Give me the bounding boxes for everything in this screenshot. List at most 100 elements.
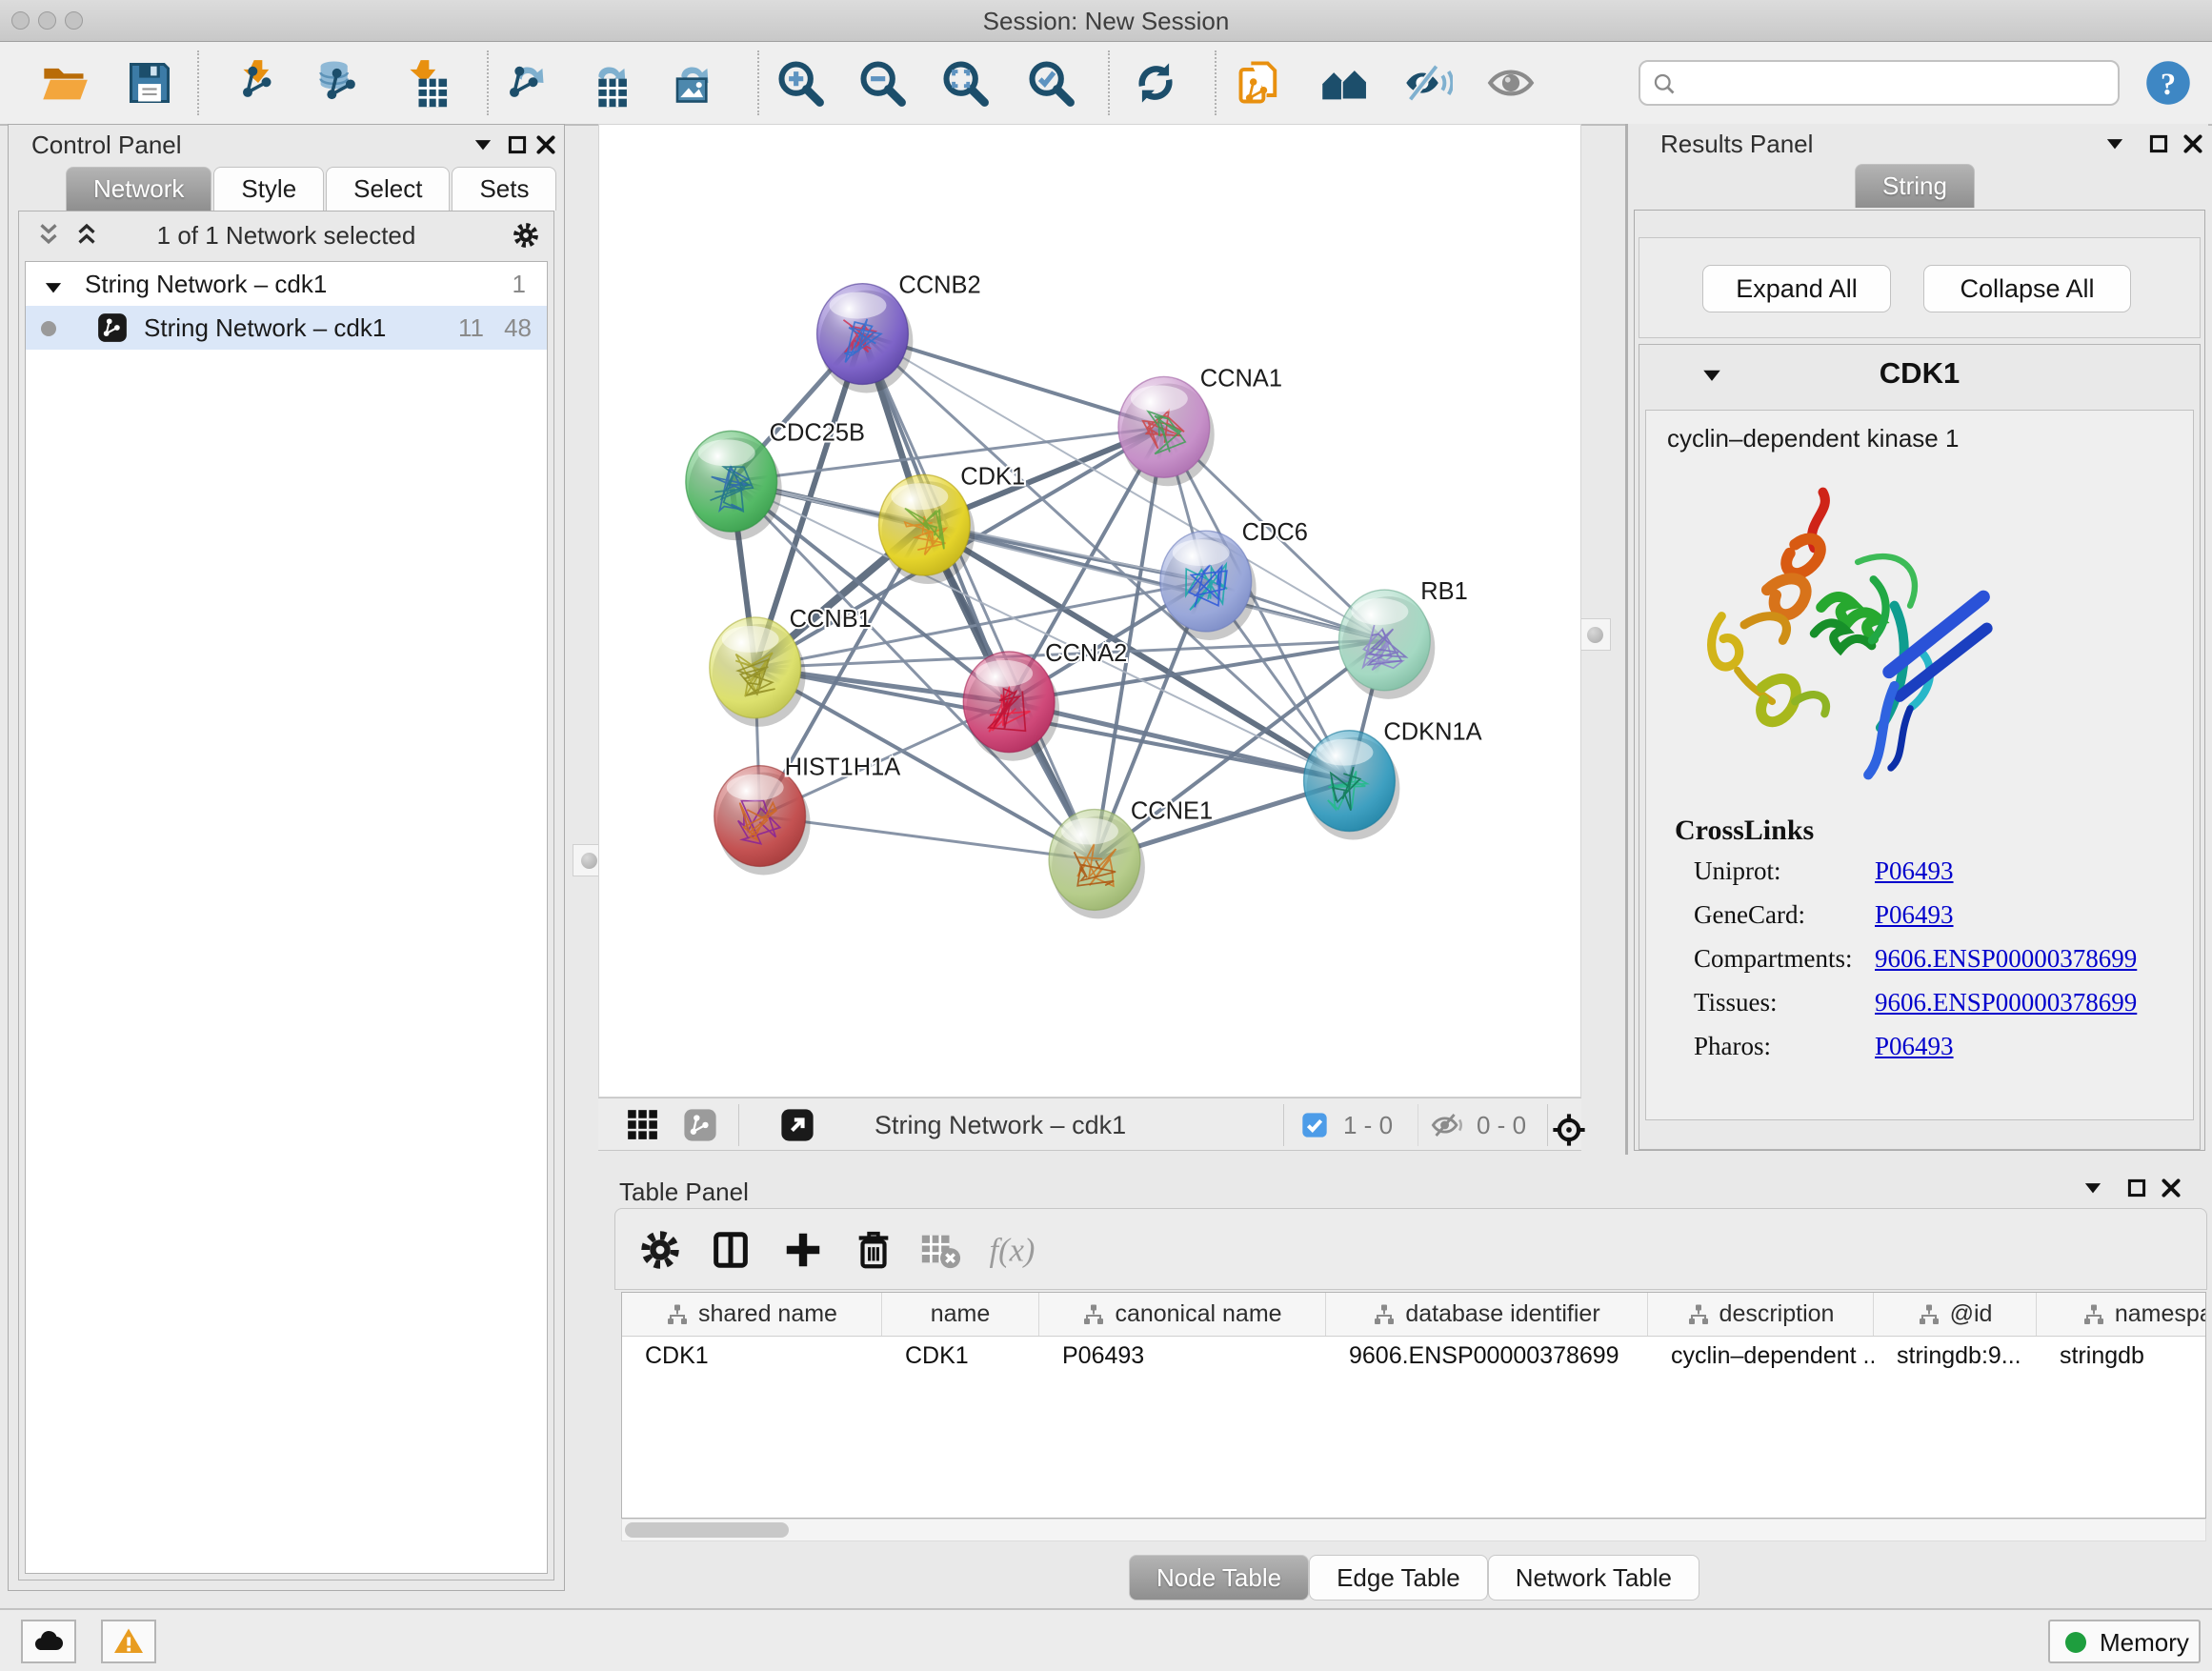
column-header-database-identifier[interactable]: database identifier	[1326, 1293, 1648, 1336]
crosslink-value-link[interactable]: P06493	[1875, 856, 1954, 886]
window-title: Session: New Session	[0, 0, 2212, 42]
detach-view-icon[interactable]	[779, 1107, 815, 1143]
network-collection-row[interactable]: String Network – cdk1 1	[26, 262, 547, 306]
results-panel-menu-icon[interactable]	[2102, 131, 2127, 156]
network-options-gear-icon[interactable]	[512, 221, 540, 250]
tab-edge-table[interactable]: Edge Table	[1309, 1555, 1488, 1601]
scrollbar-thumb[interactable]	[625, 1522, 789, 1538]
warning-status-button[interactable]	[101, 1620, 156, 1663]
protein-header[interactable]: CDK1	[1639, 345, 2200, 408]
table-cell[interactable]: stringdb:9...	[1874, 1337, 2037, 1375]
network-node-CDC6[interactable]: CDC6	[1160, 519, 1308, 640]
apply-layout-button[interactable]	[1131, 58, 1180, 108]
network-node-HIST1H1A[interactable]: HIST1H1A	[714, 755, 900, 876]
network-row[interactable]: String Network – cdk1 11 48	[26, 306, 547, 350]
birds-eye-view-icon[interactable]	[1551, 1112, 1587, 1148]
memory-button[interactable]: Memory	[2048, 1620, 2201, 1663]
collapse-all-button[interactable]: Collapse All	[1923, 265, 2131, 312]
table-cell[interactable]: cyclin–dependent ...	[1648, 1337, 1874, 1375]
tab-network[interactable]: Network	[66, 167, 211, 211]
delete-column-icon[interactable]	[852, 1228, 895, 1272]
tab-select[interactable]: Select	[326, 167, 450, 211]
hide-panels-button[interactable]	[1403, 58, 1453, 108]
tab-sets[interactable]: Sets	[452, 167, 556, 211]
help-button[interactable]: ?	[2143, 58, 2193, 108]
control-panel-float-icon[interactable]	[505, 132, 530, 157]
delete-table-icon[interactable]	[918, 1228, 962, 1272]
column-header-shared-name[interactable]: shared name	[622, 1293, 882, 1336]
tab-string[interactable]: String	[1855, 164, 1975, 208]
table-panel-float-icon[interactable]	[2124, 1176, 2149, 1200]
crosslink-value-link[interactable]: P06493	[1875, 900, 1954, 930]
network-node-CCNB1[interactable]: CCNB1	[710, 606, 872, 727]
network-node-CDKN1A[interactable]: CDKN1A	[1304, 719, 1482, 840]
export-network-button[interactable]	[500, 58, 550, 108]
right-splitter-handle[interactable]	[1579, 618, 1611, 651]
network-node-CCNA1[interactable]: CCNA1	[1118, 365, 1282, 486]
sitemap-icon	[2082, 1303, 2105, 1326]
control-panel-close-icon[interactable]	[533, 132, 558, 157]
network-node-CDC25B[interactable]: CDC25B	[686, 419, 865, 540]
sitemap-icon	[1918, 1303, 1941, 1326]
network-badge-icon[interactable]	[682, 1107, 718, 1143]
control-panel-menu-icon[interactable]	[471, 132, 495, 157]
expand-all-button[interactable]: Expand All	[1702, 265, 1891, 312]
crosslink-value-link[interactable]: P06493	[1875, 1032, 1954, 1061]
column-header-description[interactable]: description	[1648, 1293, 1874, 1336]
network-node-CCNA2[interactable]: CCNA2	[963, 640, 1127, 761]
table-options-gear-icon[interactable]	[638, 1228, 682, 1272]
table-cell[interactable]: 9606.ENSP00000378699	[1326, 1337, 1648, 1375]
string-home-button[interactable]	[1319, 58, 1369, 108]
show-columns-icon[interactable]	[709, 1228, 753, 1272]
table-cell[interactable]: stringdb	[2037, 1337, 2206, 1375]
crosslink-value-link[interactable]: 9606.ENSP00000378699	[1875, 944, 2137, 974]
import-table-button[interactable]	[400, 58, 450, 108]
edge-CCNB2-CCNE1[interactable]	[862, 334, 1095, 860]
save-session-button[interactable]	[125, 58, 174, 108]
import-network-button[interactable]	[233, 58, 283, 108]
view-grid-icon[interactable]	[625, 1107, 661, 1143]
zoom-selected-button[interactable]	[1026, 58, 1076, 108]
network-node-CCNE1[interactable]: CCNE1	[1049, 798, 1213, 919]
table-header-row: shared namenamecanonical namedatabase id…	[622, 1293, 2205, 1337]
column-header-namespace[interactable]: namespace	[2037, 1293, 2206, 1336]
results-panel-close-icon[interactable]	[2181, 131, 2205, 156]
tab-network-table[interactable]: Network Table	[1488, 1555, 1699, 1601]
zoom-in-button[interactable]	[775, 58, 825, 108]
column-header-canonical-name[interactable]: canonical name	[1039, 1293, 1326, 1336]
network-node-CCNB2[interactable]: CCNB2	[817, 272, 981, 393]
results-panel-float-icon[interactable]	[2146, 131, 2171, 156]
add-column-icon[interactable]	[781, 1228, 825, 1272]
table-panel-close-icon[interactable]	[2159, 1176, 2183, 1200]
table-cell[interactable]: CDK1	[622, 1337, 882, 1375]
tab-node-table[interactable]: Node Table	[1129, 1555, 1309, 1601]
table-horizontal-scrollbar[interactable]	[621, 1519, 2206, 1541]
open-session-button[interactable]	[40, 58, 90, 108]
column-header--id[interactable]: @id	[1874, 1293, 2037, 1336]
zoom-out-button[interactable]	[857, 58, 907, 108]
cloud-status-button[interactable]	[21, 1620, 76, 1663]
table-cell[interactable]: CDK1	[882, 1337, 1039, 1375]
export-table-button[interactable]	[582, 58, 632, 108]
tab-style[interactable]: Style	[213, 167, 324, 211]
network-node-RB1[interactable]: RB1	[1338, 578, 1467, 699]
hidden-eye-icon[interactable]	[1431, 1107, 1467, 1143]
column-header-name[interactable]: name	[882, 1293, 1039, 1336]
crosslink-value-link[interactable]: 9606.ENSP00000378699	[1875, 988, 2137, 1017]
node-label-CCNB2: CCNB2	[898, 272, 980, 299]
edge-CCNA2-CDKN1A[interactable]	[1009, 702, 1349, 781]
network-canvas[interactable]: CCNB2CCNA1CDC25BCDK1CDC6RB1CCNB1CCNA2CDK…	[598, 124, 1581, 1097]
zoom-fit-content-button[interactable]	[940, 58, 990, 108]
selected-checkbox-icon[interactable]	[1299, 1110, 1330, 1140]
function-builder-icon[interactable]: f(x)	[985, 1228, 1059, 1272]
table-panel-menu-icon[interactable]	[2081, 1176, 2105, 1200]
search-input[interactable]	[1686, 66, 2105, 100]
search-icon	[1652, 71, 1678, 97]
collection-expand-icon[interactable]	[41, 270, 66, 294]
show-panels-button[interactable]	[1486, 58, 1536, 108]
table-cell[interactable]: P06493	[1039, 1337, 1326, 1375]
export-image-button[interactable]	[665, 58, 714, 108]
import-network-from-database-button[interactable]	[313, 58, 363, 108]
clone-network-button[interactable]	[1235, 58, 1284, 108]
table-row[interactable]: CDK1CDK1P064939606.ENSP00000378699cyclin…	[622, 1337, 2205, 1375]
